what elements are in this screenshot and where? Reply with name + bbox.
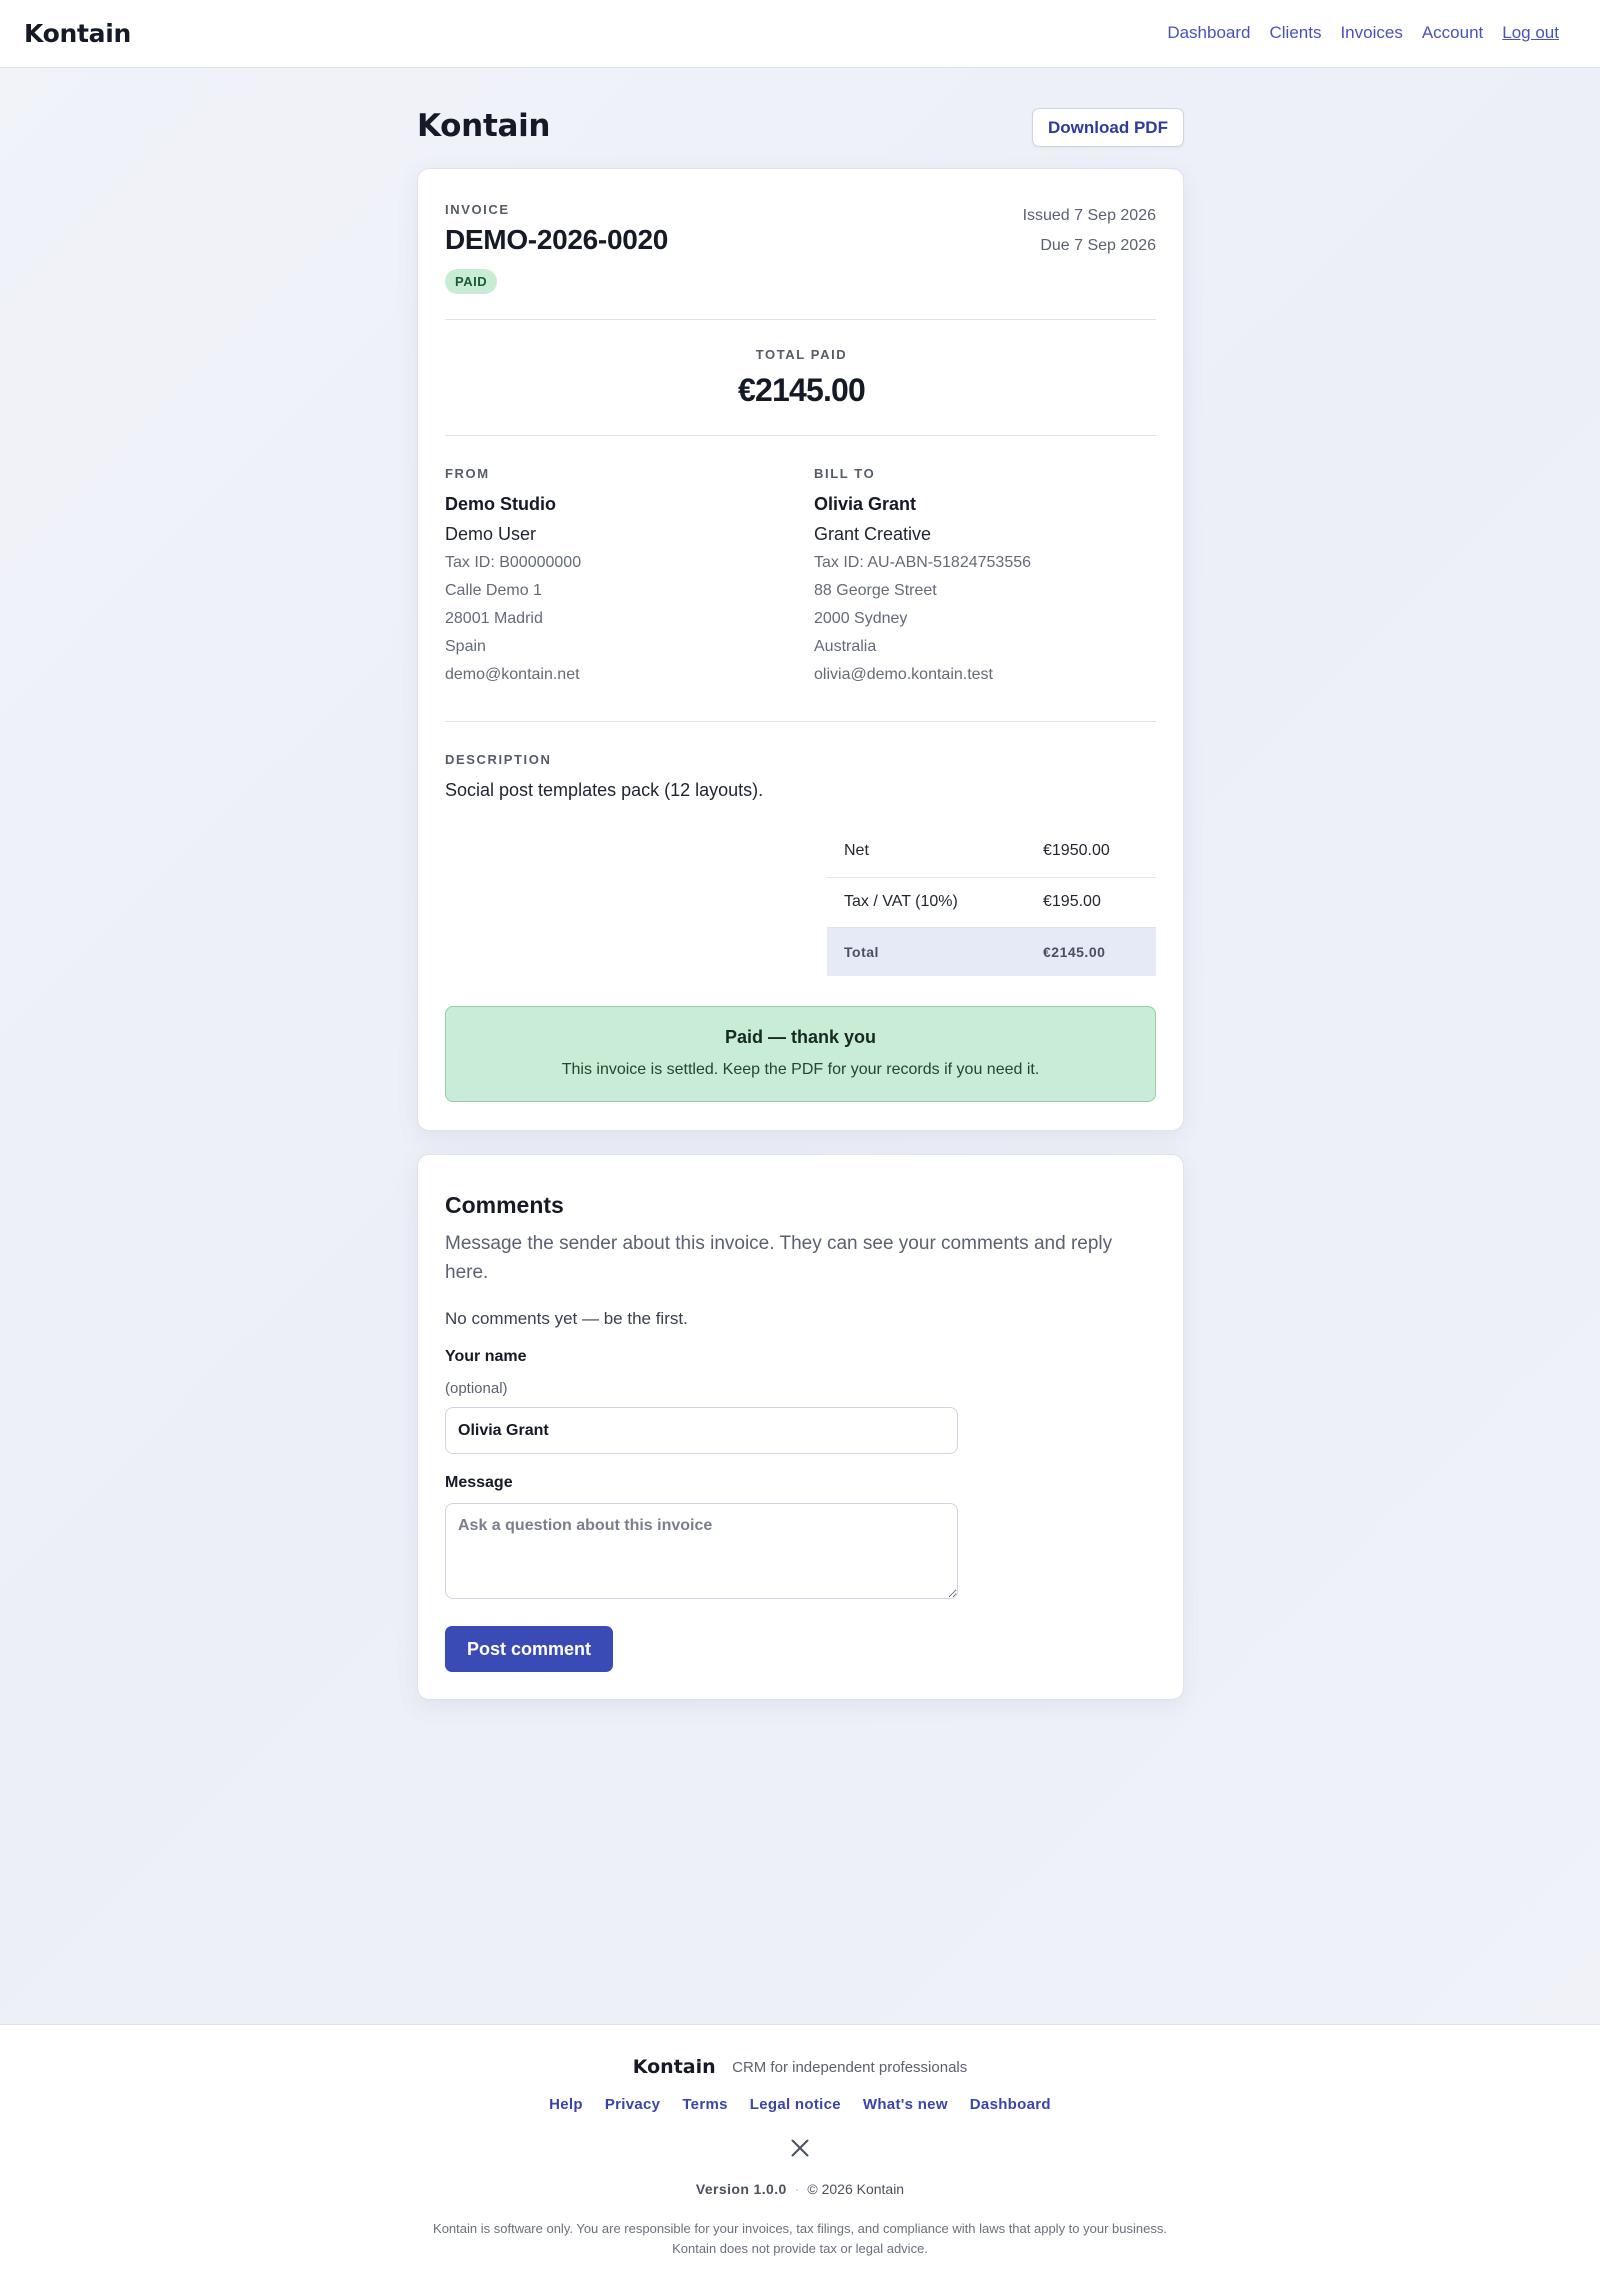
due-date: Due 7 Sep 2026 (1040, 237, 1156, 254)
from-tax-id: Tax ID: B00000000 (445, 554, 582, 571)
footer-link-help[interactable]: Help (549, 2096, 583, 2113)
x-icon[interactable] (790, 2138, 810, 2158)
footer-brand[interactable]: Kontain (633, 2056, 716, 2078)
message-textarea[interactable] (445, 1503, 958, 1599)
nav-invoices[interactable]: Invoices (1340, 23, 1402, 43)
footer-tagline: CRM for independent professionals (732, 2058, 968, 2076)
totals-row-total: Total €2145.00 (827, 927, 1156, 976)
main-nav: Dashboard Clients Invoices Account Log o… (1167, 23, 1559, 43)
total-paid-amount: €2145.00 (737, 372, 866, 408)
message-label: Message (445, 1474, 513, 1491)
footer-copyright: © 2026 Kontain (807, 2181, 905, 2197)
comments-empty-state: No comments yet — be the first. (445, 1309, 688, 1328)
footer-link-whats-new[interactable]: What's new (863, 2096, 948, 2113)
footer-brand-row: Kontain CRM for independent professional… (0, 2056, 1600, 2078)
totals-row-tax: Tax / VAT (10%) €195.00 (827, 877, 1156, 926)
name-hint: (optional) (445, 1380, 508, 1397)
nav-logout[interactable]: Log out (1502, 23, 1559, 43)
footer-links: Help Privacy Terms Legal notice What's n… (0, 2096, 1600, 2113)
footer-legal: Kontain is software only. You are respon… (433, 2221, 1167, 2256)
page-title: Kontain (417, 108, 551, 144)
bill-to-city: 2000 Sydney (814, 610, 908, 627)
paid-notice-text: This invoice is settled. Keep the PDF fo… (561, 1061, 1040, 1078)
nav-account[interactable]: Account (1422, 23, 1483, 43)
footer: Kontain CRM for independent professional… (0, 2024, 1600, 2286)
comments-title: Comments (445, 1192, 564, 1218)
name-label: Your name (445, 1348, 527, 1365)
nav-clients[interactable]: Clients (1269, 23, 1321, 43)
footer-link-privacy[interactable]: Privacy (605, 2096, 660, 2113)
from-label: FROM (445, 466, 490, 481)
footer-link-terms[interactable]: Terms (682, 2096, 727, 2113)
totals-value: €1950.00 (1043, 842, 1110, 859)
divider (445, 721, 1156, 722)
footer-version-row: Version 1.0.0 · © 2026 Kontain (695, 2181, 905, 2197)
nav-dashboard[interactable]: Dashboard (1167, 23, 1250, 43)
bill-to-block: BILL TO Olivia Grant Grant Creative Tax … (814, 466, 1154, 684)
from-city: 28001 Madrid (445, 610, 543, 627)
paid-notice-title: Paid — thank you (724, 1027, 877, 1047)
comments-card: Comments Message the sender about this i… (417, 1154, 1184, 1700)
totals-label: Total (844, 944, 879, 960)
bill-to-tax-id: Tax ID: AU-ABN-51824753556 (814, 554, 1032, 571)
footer-link-legal-notice[interactable]: Legal notice (750, 2096, 841, 2113)
post-comment-button[interactable]: Post comment (445, 1626, 613, 1672)
bill-to-name: Olivia Grant (814, 494, 917, 514)
totals-value: €2145.00 (1043, 944, 1106, 960)
invoice-number: DEMO-2026-0020 (445, 224, 669, 255)
bill-to-country: Australia (814, 638, 877, 655)
issued-date: Issued 7 Sep 2026 (1022, 207, 1156, 224)
description-text: Social post templates pack (12 layouts). (445, 780, 764, 800)
totals-row-net: Net €1950.00 (827, 827, 1156, 876)
from-name: Demo Studio (445, 494, 556, 514)
download-pdf-button[interactable]: Download PDF (1032, 108, 1184, 147)
comments-intro: Message the sender about this invoice. T… (445, 1233, 1113, 1283)
from-email: demo@kontain.net (445, 666, 580, 683)
totals-label: Net (844, 842, 869, 859)
totals-table: Net €1950.00 Tax / VAT (10%) €195.00 Tot… (827, 827, 1156, 976)
from-street: Calle Demo 1 (445, 582, 542, 599)
from-contact: Demo User (445, 524, 537, 544)
brand-logo[interactable]: Kontain (24, 19, 131, 48)
top-bar: Kontain Dashboard Clients Invoices Accou… (0, 0, 1600, 68)
footer-link-dashboard[interactable]: Dashboard (970, 2096, 1051, 2113)
status-badge: PAID (445, 269, 498, 294)
from-country: Spain (445, 638, 486, 655)
total-paid-label: TOTAL PAID (755, 347, 848, 362)
totals-label: Tax / VAT (10%) (844, 893, 958, 910)
bill-to-street: 88 George Street (814, 582, 937, 599)
invoice-card: INVOICE DEMO-2026-0020 PAID Issued 7 Sep… (417, 168, 1184, 1131)
bill-to-label: BILL TO (814, 466, 876, 481)
bill-to-company: Grant Creative (814, 524, 932, 544)
paid-notice: Paid — thank you This invoice is settled… (445, 1006, 1156, 1102)
footer-version: Version 1.0.0 (695, 2181, 787, 2197)
from-block: FROM Demo Studio Demo User Tax ID: B0000… (445, 466, 785, 684)
name-input[interactable] (445, 1407, 958, 1454)
totals-value: €195.00 (1043, 893, 1101, 910)
bill-to-email: olivia@demo.kontain.test (814, 666, 993, 683)
divider (445, 319, 1156, 320)
description-label: DESCRIPTION (445, 752, 552, 767)
invoice-eyebrow: INVOICE (445, 202, 510, 217)
divider (445, 435, 1156, 436)
